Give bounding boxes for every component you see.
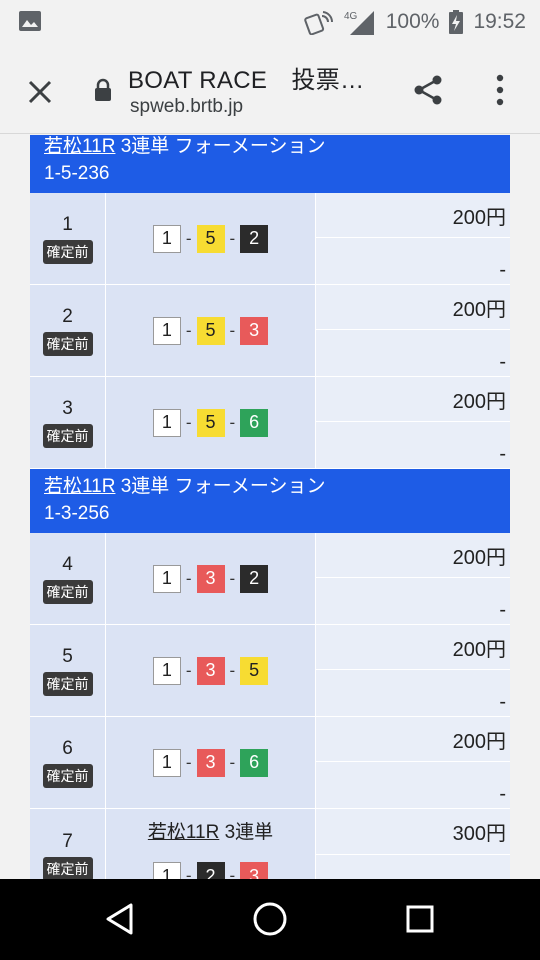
combination: 1- 5- 2 [106,193,316,284]
combination: 若松11R 3連単 1- 2- 3 [106,809,316,879]
status-badge: 確定前 [42,331,93,356]
boat-number: 5 [196,408,225,437]
payout: - [499,690,506,713]
table-row: 4 確定前 1- 3- 2 200円 - [30,533,510,625]
clock: 19:52 [473,10,526,33]
race-link[interactable]: 若松11R [148,822,219,843]
back-button[interactable] [96,897,144,941]
share-button[interactable] [406,68,450,112]
table-row: 2 確定前 1- 5- 3 200円 - [30,285,510,377]
bet-amount: 200円 [316,533,510,579]
boat-number: 1 [152,656,181,685]
status-badge: 確定前 [42,857,93,879]
recents-icon [406,905,434,933]
page-url[interactable]: spweb.brtb.jp [130,96,243,118]
combination: 1- 3- 6 [106,717,316,808]
group-header: 若松11R 3連単 フォーメーション 1-5-236 [30,135,510,193]
share-icon [414,75,442,105]
bet-number: 2 [62,305,73,327]
payout: - [499,442,506,465]
status-badge: 確定前 [42,671,93,696]
battery-percent: 100% [385,10,440,33]
bet-amount: 200円 [316,377,510,423]
bet-type: 3連単 フォーメーション [120,136,326,157]
table-row: 7 確定前 若松11R 3連単 1- 2- 3 300円 [30,809,510,879]
status-badge: 確定前 [42,579,93,604]
lock-icon [95,78,111,101]
combination: 1- 3- 5 [106,625,316,716]
bet-formation: 1-3-256 [44,503,110,524]
network-type: 4G [344,11,358,22]
race-link[interactable]: 若松11R [44,136,115,157]
home-icon [253,902,287,936]
signal-icon: 4G [344,11,374,35]
table-row: 3 確定前 1- 5- 6 200円 - [30,377,510,469]
bet-number: 3 [62,397,73,419]
boat-number: 1 [152,748,181,777]
page-title: BOAT RACE 投票… [128,67,365,94]
boat-number: 2 [240,224,269,253]
combination: 1- 5- 6 [106,377,316,468]
boat-number: 5 [196,224,225,253]
boat-number: 1 [152,564,181,593]
more-vert-icon [496,74,504,106]
boat-number: 2 [196,862,225,879]
boat-number: 1 [152,862,181,879]
boat-number: 3 [196,564,225,593]
back-icon [106,903,133,935]
custom-tab-toolbar: BOAT RACE 投票… spweb.brtb.jp [0,44,540,134]
status-bar: 4G 100% 19:52 [0,0,540,44]
group-header: 若松11R 3連単 フォーメーション 1-3-256 [30,469,510,533]
status-badge: 確定前 [42,763,93,788]
status-badge: 確定前 [42,423,93,448]
boat-number: 6 [240,408,269,437]
boat-number: 2 [240,564,269,593]
race-link[interactable]: 若松11R [44,476,115,497]
boat-number: 3 [240,862,269,879]
bet-amount: 200円 [316,193,510,239]
close-icon [28,80,52,104]
nfc-icon [303,11,333,35]
boat-number: 3 [196,656,225,685]
bet-number: 7 [62,831,73,852]
bet-number: 4 [62,553,73,575]
bet-amount: 200円 [316,717,510,763]
payout: - [499,598,506,621]
navigation-bar [0,879,540,960]
table-row: 1 確定前 1- 5- 2 200円 - [30,193,510,285]
boat-number: 1 [152,224,181,253]
bet-number: 6 [62,737,73,759]
bet-formation: 1-5-236 [44,163,110,184]
home-button[interactable] [246,897,294,941]
boat-number: 1 [152,316,181,345]
image-icon [19,11,41,31]
bet-list: 若松11R 3連単 フォーメーション 1-5-236 1 確定前 1- 5- 2 … [30,135,510,879]
bet-type: 3連単 [224,822,274,843]
recents-button[interactable] [396,897,444,941]
bet-amount: 300円 [316,809,510,855]
more-options-button[interactable] [482,68,518,112]
boat-number: 5 [240,656,269,685]
combination: 1- 5- 3 [106,285,316,376]
bet-amount: 200円 [316,285,510,331]
payout: - [499,782,506,805]
bet-number: 1 [62,213,73,235]
bet-number: 5 [62,645,73,667]
bet-type: 3連単 フォーメーション [120,476,326,497]
table-row: 6 確定前 1- 3- 6 200円 - [30,717,510,809]
payout: - [499,350,506,373]
boat-number: 6 [240,748,269,777]
status-badge: 確定前 [42,239,93,264]
boat-number: 3 [240,316,269,345]
combination: 1- 3- 2 [106,533,316,624]
bet-amount: 200円 [316,625,510,671]
payout: - [499,258,506,281]
boat-number: 1 [152,408,181,437]
close-button[interactable] [18,70,62,114]
boat-number: 5 [196,316,225,345]
boat-number: 3 [196,748,225,777]
table-row: 5 確定前 1- 3- 5 200円 - [30,625,510,717]
web-content[interactable]: 若松11R 3連単 フォーメーション 1-5-236 1 確定前 1- 5- 2 … [0,135,540,879]
battery-charging-icon [449,10,464,34]
